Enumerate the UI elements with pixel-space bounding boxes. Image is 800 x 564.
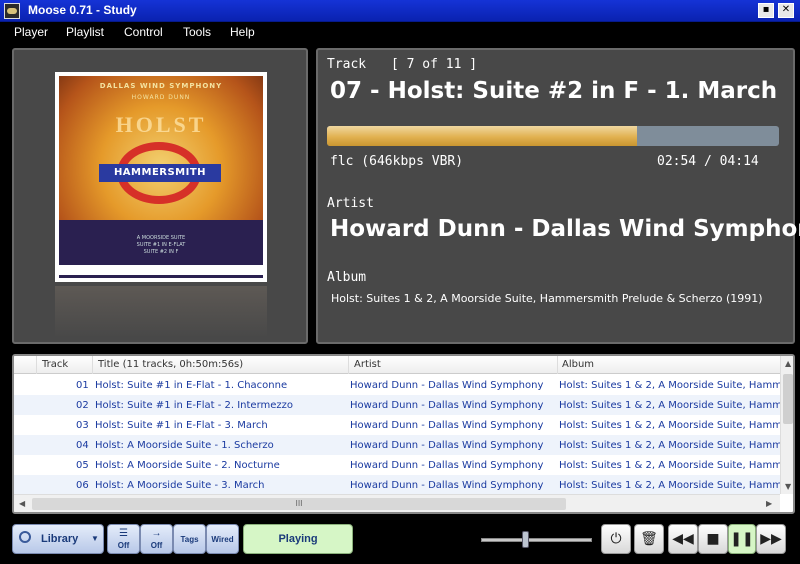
cover-reflection xyxy=(55,286,267,338)
volume-knob[interactable] xyxy=(522,531,530,548)
volume-slider[interactable] xyxy=(481,538,592,542)
album-cover[interactable]: DALLAS WIND SYMPHONY HOWARD DUNN HOLST H… xyxy=(55,72,267,282)
pause-button[interactable]: ❚❚ xyxy=(728,524,756,554)
horizontal-scroll-thumb[interactable]: III xyxy=(32,498,566,510)
scroll-right-icon[interactable]: ▶ xyxy=(766,499,772,508)
table-row[interactable]: 04 Holst: A Moorside Suite - 1. Scherzo … xyxy=(14,435,782,455)
album-label: Album xyxy=(327,270,367,285)
menu-playlist[interactable]: Playlist xyxy=(66,25,104,39)
vertical-scrollbar[interactable]: ▲ ▼ xyxy=(780,356,793,494)
menu-player[interactable]: Player xyxy=(14,25,48,39)
tags-button[interactable]: Tags xyxy=(173,524,206,554)
repeat-icon: ☰ xyxy=(119,528,128,539)
rewind-button[interactable]: ◀◀ xyxy=(668,524,698,554)
repeat-state: Off xyxy=(117,541,130,550)
table-row[interactable]: 02 Holst: Suite #1 in E-Flat - 2. Interm… xyxy=(14,395,782,415)
column-album[interactable]: Album xyxy=(562,359,594,370)
album-name: Holst: Suites 1 & 2, A Moorside Suite, H… xyxy=(331,292,763,305)
shuffle-icon: → xyxy=(151,528,162,539)
delete-button[interactable]: 🗑 xyxy=(634,524,664,554)
horizontal-scrollbar[interactable]: ◀ III ▶ xyxy=(14,494,780,512)
table-row[interactable]: 01 Holst: Suite #1 in E-Flat - 1. Chacon… xyxy=(14,375,782,395)
menu-tools[interactable]: Tools xyxy=(183,25,211,39)
rewind-icon: ◀◀ xyxy=(672,531,694,547)
shuffle-state: Off xyxy=(150,541,163,550)
track-list: Track Title (11 tracks, 0h:50m:56s) Arti… xyxy=(12,354,795,514)
tags-label: Tags xyxy=(180,535,199,544)
album-art-panel: DALLAS WIND SYMPHONY HOWARD DUNN HOLST H… xyxy=(12,48,308,344)
library-label: Library xyxy=(41,533,79,545)
track-title: 07 - Holst: Suite #2 in F - 1. March xyxy=(330,78,778,104)
repeat-toggle[interactable]: ☰ Off xyxy=(107,524,140,554)
table-row[interactable]: 06 Holst: A Moorside Suite - 3. March Ho… xyxy=(14,475,782,494)
playing-button[interactable]: Playing xyxy=(243,524,353,554)
power-button[interactable]: ⏻ xyxy=(601,524,631,554)
track-label: Track xyxy=(327,57,367,72)
search-icon xyxy=(19,531,31,543)
fast-forward-button[interactable]: ▶▶ xyxy=(756,524,786,554)
menu-help[interactable]: Help xyxy=(230,25,255,39)
column-track[interactable]: Track xyxy=(42,359,68,370)
format-info: flc (646kbps VBR) xyxy=(330,154,464,169)
title-bar: Moose 0.71 - Study ▪ ✕ xyxy=(0,0,800,22)
cover-conductor: HOWARD DUNN xyxy=(131,94,191,101)
cover-composer: HOLST xyxy=(115,112,207,137)
artist-name: Howard Dunn - Dallas Wind Symphony xyxy=(330,216,800,242)
list-header: Track Title (11 tracks, 0h:50m:56s) Arti… xyxy=(14,356,780,374)
now-playing-panel: Track [ 7 of 11 ] 07 - Holst: Suite #2 i… xyxy=(316,48,800,344)
scroll-up-icon[interactable]: ▲ xyxy=(785,359,791,368)
scroll-down-icon[interactable]: ▼ xyxy=(785,482,791,491)
power-icon: ⏻ xyxy=(610,531,622,547)
table-row[interactable]: 05 Holst: A Moorside Suite - 2. Nocturne… xyxy=(14,455,782,475)
pause-icon: ❚❚ xyxy=(730,531,754,547)
vertical-scroll-thumb[interactable] xyxy=(783,374,793,424)
progress-fill xyxy=(327,126,638,146)
column-title[interactable]: Title (11 tracks, 0h:50m:56s) xyxy=(98,359,243,370)
shuffle-toggle[interactable]: → Off xyxy=(140,524,173,554)
wired-label: Wired xyxy=(211,535,234,544)
progress-bar[interactable] xyxy=(327,126,779,146)
minimize-button[interactable]: ▪ xyxy=(758,3,774,18)
scroll-left-icon[interactable]: ◀ xyxy=(19,499,25,508)
column-artist[interactable]: Artist xyxy=(354,359,381,370)
cover-contents: A MOORSIDE SUITE SUITE #1 IN E-FLAT SUIT… xyxy=(136,235,186,255)
wired-button[interactable]: Wired xyxy=(206,524,239,554)
close-button[interactable]: ✕ xyxy=(778,3,794,18)
window-title: Moose 0.71 - Study xyxy=(28,3,137,17)
app-icon xyxy=(4,3,20,19)
cover-sign: HAMMERSMITH xyxy=(99,164,221,182)
library-button[interactable]: Library ▼ xyxy=(12,524,104,554)
fast-forward-icon: ▶▶ xyxy=(760,531,782,547)
trash-icon: 🗑 xyxy=(640,531,658,547)
menu-bar: Player Playlist Control Tools Help xyxy=(0,22,800,43)
time-display: 02:54 / 04:14 xyxy=(657,154,759,169)
menu-control[interactable]: Control xyxy=(124,25,163,39)
chevron-down-icon[interactable]: ▼ xyxy=(91,534,99,543)
artist-label: Artist xyxy=(327,196,374,211)
stop-button[interactable]: ■ xyxy=(698,524,728,554)
stop-icon: ■ xyxy=(706,531,720,547)
track-position: [ 7 of 11 ] xyxy=(391,57,478,72)
cover-ensemble: DALLAS WIND SYMPHONY xyxy=(99,82,223,90)
table-row[interactable]: 03 Holst: Suite #1 in E-Flat - 3. March … xyxy=(14,415,782,435)
